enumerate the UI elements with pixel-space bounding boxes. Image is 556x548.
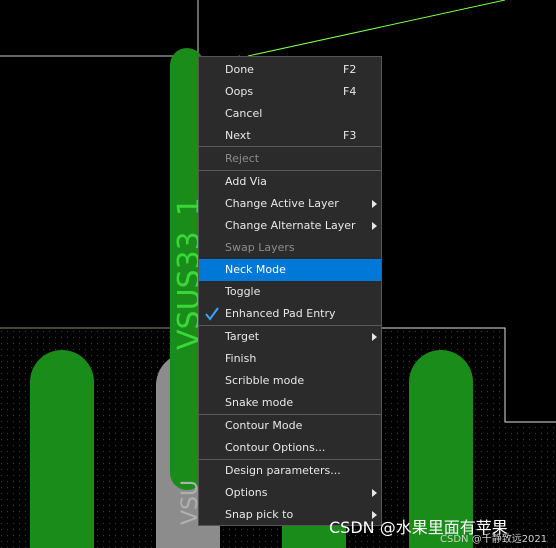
menu-item-label: Options (225, 486, 268, 499)
menu-item-finish[interactable]: Finish (199, 348, 381, 370)
menu-item-contour-mode[interactable]: Contour Mode (199, 415, 381, 437)
shortcut-label: F4 (343, 85, 357, 98)
shortcut-label: F3 (343, 129, 357, 142)
menu-item-swap-layers: Swap Layers (199, 237, 381, 259)
menu-item-label: Neck Mode (225, 263, 286, 276)
menu-item-label: Design parameters... (225, 464, 341, 477)
menu-item-reject: Reject (199, 148, 381, 170)
menu-item-label: Cancel (225, 107, 263, 120)
watermark-sub: CSDN @千静致远2021 (440, 534, 548, 545)
menu-item-snake-mode[interactable]: Snake mode (199, 392, 381, 414)
menu-item-cancel[interactable]: Cancel (199, 103, 381, 125)
checkmark-icon (205, 307, 219, 321)
menu-item-change-active-layer[interactable]: Change Active Layer (199, 193, 381, 215)
menu-item-toggle[interactable]: Toggle (199, 281, 381, 303)
menu-item-label: Oops (225, 85, 254, 98)
menu-item-change-alternate-layer[interactable]: Change Alternate Layer (199, 215, 381, 237)
menu-item-design-parameters[interactable]: Design parameters... (199, 460, 381, 482)
menu-item-oops[interactable]: Oops F4 (199, 81, 381, 103)
menu-item-contour-options[interactable]: Contour Options... (199, 437, 381, 459)
menu-item-label: Snake mode (225, 396, 294, 409)
menu-item-label: Change Alternate Layer (225, 219, 356, 232)
menu-item-label: Swap Layers (225, 241, 295, 254)
menu-item-add-via[interactable]: Add Via (199, 171, 381, 193)
menu-item-label: Finish (225, 352, 257, 365)
menu-item-label: Snap pick to (225, 508, 294, 521)
menu-item-neck-mode[interactable]: Neck Mode (199, 259, 381, 281)
menu-item-label: Next (225, 129, 251, 142)
green-pad-left (30, 350, 94, 548)
context-menu: Done F2 Oops F4 Cancel Next F3 Reject Add V… (198, 56, 382, 526)
menu-item-label: Scribble mode (225, 374, 305, 387)
menu-separator (199, 146, 381, 147)
menu-item-label: Enhanced Pad Entry (225, 307, 336, 320)
shortcut-label: F2 (343, 63, 357, 76)
menu-item-enhanced-pad-entry[interactable]: Enhanced Pad Entry (199, 303, 381, 325)
menu-item-label: Done (225, 63, 254, 76)
submenu-arrow-icon (372, 333, 377, 341)
submenu-arrow-icon (372, 489, 377, 497)
submenu-arrow-icon (372, 200, 377, 208)
menu-item-done[interactable]: Done F2 (199, 59, 381, 81)
menu-item-label: Contour Options... (225, 441, 326, 454)
menu-item-options[interactable]: Options (199, 482, 381, 504)
menu-item-label: Toggle (225, 285, 261, 298)
menu-item-label: Add Via (225, 175, 267, 188)
menu-item-scribble-mode[interactable]: Scribble mode (199, 370, 381, 392)
menu-item-label: Target (225, 330, 260, 343)
menu-item-next[interactable]: Next F3 (199, 125, 381, 147)
menu-item-label: Reject (225, 152, 260, 165)
menu-item-label: Contour Mode (225, 419, 303, 432)
submenu-arrow-icon (372, 222, 377, 230)
menu-item-target[interactable]: Target (199, 326, 381, 348)
menu-item-label: Change Active Layer (225, 197, 339, 210)
